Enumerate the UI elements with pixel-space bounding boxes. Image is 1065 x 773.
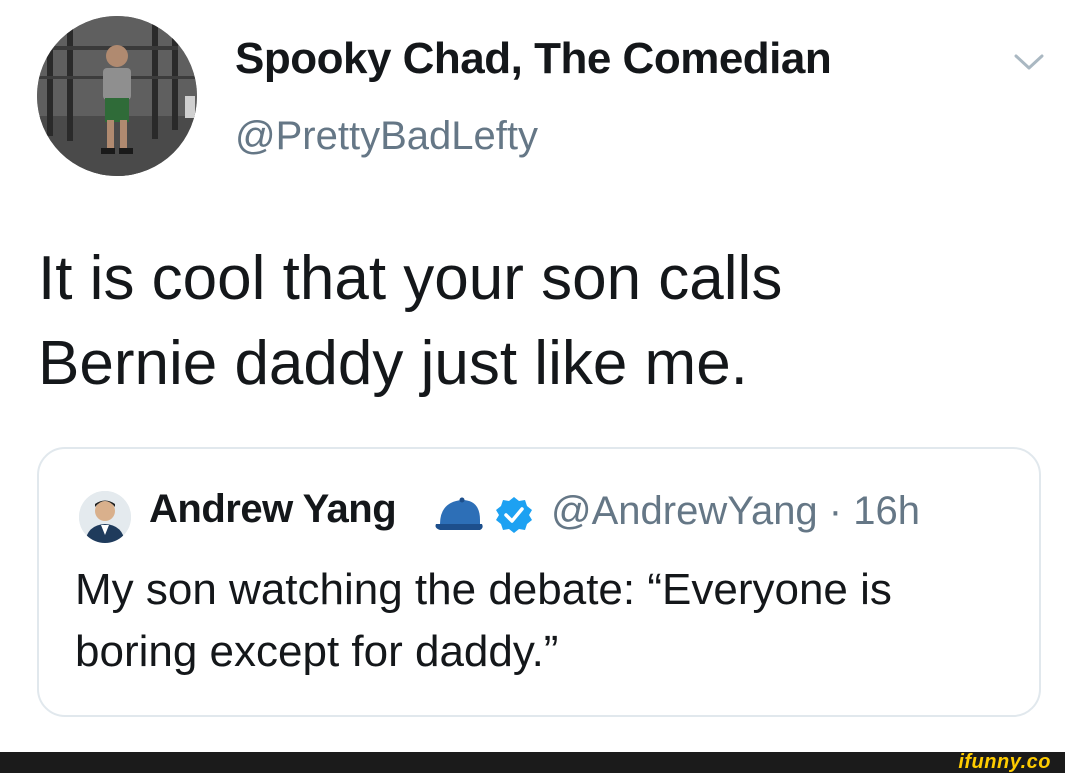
tweet-text-line: It is cool that your son calls: [38, 244, 783, 313]
quoted-text-line: My son watching the debate: “Everyone is: [75, 565, 892, 614]
user-handle[interactable]: @PrettyBadLefty: [235, 114, 538, 159]
tweet-text-line: Bernie daddy just like me.: [38, 329, 748, 398]
andrew-yang-avatar-image: [79, 491, 131, 543]
avatar[interactable]: [37, 16, 197, 176]
display-name[interactable]: Spooky Chad, The Comedian: [235, 34, 832, 84]
tweet-text: It is cool that your son calls Bernie da…: [38, 236, 1038, 406]
verified-badge-icon: [494, 495, 534, 535]
ifunny-watermark: ifunny.co: [958, 751, 1051, 773]
blue-cap-icon: [434, 494, 486, 532]
quoted-author-name[interactable]: Andrew Yang: [149, 487, 397, 532]
quoted-text-line: boring except for daddy.”: [75, 627, 559, 676]
gym-photo-avatar-image: [37, 16, 197, 176]
watermark-bar: ifunny.co: [0, 752, 1065, 773]
quoted-avatar[interactable]: [79, 491, 131, 543]
quoted-tweet-text: My son watching the debate: “Everyone is…: [75, 559, 1015, 683]
chevron-down-icon[interactable]: [1012, 50, 1046, 74]
quoted-tweet[interactable]: Andrew Yang @AndrewYang · 16h My son wat…: [37, 447, 1041, 717]
quoted-handle-and-time[interactable]: @AndrewYang · 16h: [551, 489, 920, 534]
